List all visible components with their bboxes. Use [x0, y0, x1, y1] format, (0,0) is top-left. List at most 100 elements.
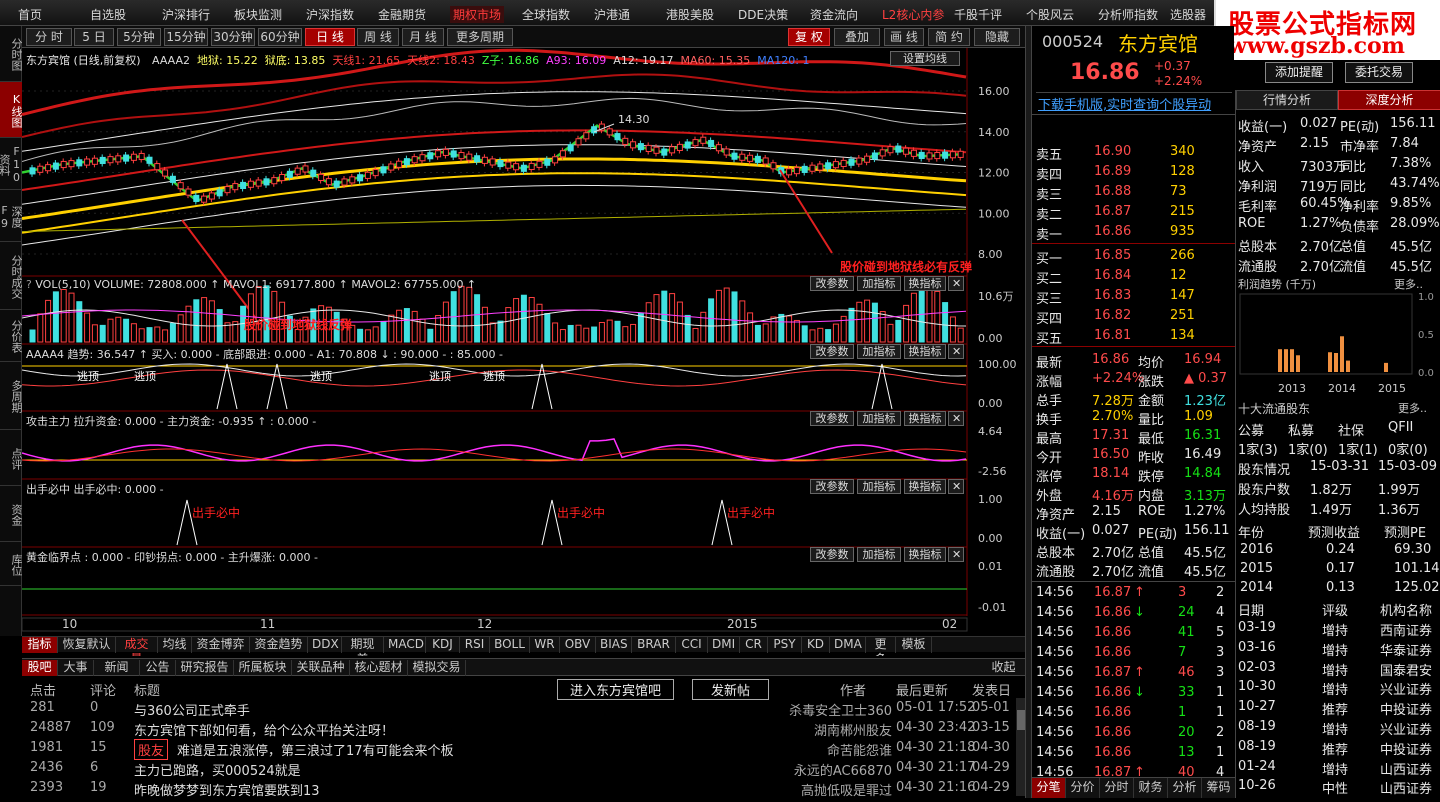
menu-analyst[interactable]: 分析师指数 [1098, 6, 1158, 23]
pane6-btn-3[interactable]: ✕ [948, 547, 964, 562]
rating-firm[interactable]: 兴业证券 [1380, 679, 1432, 698]
holders-more-link[interactable]: 更多.. [1398, 400, 1427, 416]
rating-firm[interactable]: 山西证券 [1380, 778, 1432, 797]
period-0[interactable]: 分 时 [26, 28, 72, 46]
left-tab-9[interactable]: 库位 [0, 542, 23, 586]
news-title[interactable]: 与360公司正式牵手 [134, 700, 250, 719]
news-title[interactable]: 昨晚做梦梦到东方宾馆要跌到13 [134, 780, 320, 799]
news-tab-9[interactable]: 收起 [982, 660, 1026, 676]
pane6-btn-2[interactable]: 换指标 [904, 547, 946, 562]
news-title[interactable]: 主力已跑路，买000524就是 [134, 760, 301, 779]
ind-tab-15[interactable]: BRAR [632, 637, 676, 653]
ind-tab-1[interactable]: 恢复默认 [58, 637, 116, 653]
rating-firm[interactable]: 国泰君安 [1380, 660, 1432, 679]
news-tab-1[interactable]: 大事 [58, 660, 94, 676]
period-3[interactable]: 15分钟 [164, 28, 208, 46]
pane2-btn-3[interactable]: ✕ [948, 276, 964, 291]
left-tab-3[interactable]: 深度F9 [0, 190, 23, 242]
news-tab-8[interactable]: 模拟交易 [408, 660, 466, 676]
menu-index[interactable]: 沪深指数 [306, 6, 354, 23]
menu-comments[interactable]: 千股千评 [954, 6, 1002, 23]
pane2-btn-2[interactable]: 换指标 [904, 276, 946, 291]
left-tab-1[interactable]: K线图 [0, 82, 23, 138]
pane4-btn-0[interactable]: 改参数 [810, 411, 854, 426]
rating-firm[interactable]: 中投证券 [1380, 699, 1432, 718]
period-6[interactable]: 日 线 [305, 28, 355, 46]
news-author[interactable]: 命苦能怨谁 [827, 740, 892, 759]
ind-tab-7[interactable]: 期现差 [342, 637, 384, 666]
period-1[interactable]: 5 日 [74, 28, 114, 46]
news-author[interactable]: 永远的AC66870 [794, 760, 892, 779]
ind-tab-0[interactable]: 指标 [22, 637, 58, 653]
period-9[interactable]: 更多周期 [447, 28, 513, 46]
left-tab-4[interactable]: 分时成交 [0, 242, 23, 310]
rating-firm[interactable]: 兴业证券 [1380, 719, 1432, 738]
pane5-btn-3[interactable]: ✕ [948, 479, 964, 494]
menu-home[interactable]: 首页 [18, 6, 42, 23]
menu-hkconnect[interactable]: 沪港通 [594, 6, 630, 23]
quote-tab-4[interactable]: 分析 [1168, 778, 1202, 798]
ind-tab-20[interactable]: KD [802, 637, 830, 653]
rating-firm[interactable]: 中投证券 [1380, 739, 1432, 758]
news-row[interactable]: 1981 15 股友 难道是五浪涨停，第三浪过了17有可能会来个板 命苦能怨谁 04-30… [22, 738, 1028, 760]
ind-tab-2[interactable]: 成交量 [116, 637, 158, 666]
left-tab-8[interactable]: 资金 [0, 486, 23, 542]
quote-tab-5[interactable]: 筹码 [1202, 778, 1236, 798]
ind-tab-10[interactable]: RSI [460, 637, 490, 653]
left-tab-7[interactable]: 点评 [0, 430, 23, 486]
toolbar-right-3[interactable]: 简 约 [928, 28, 970, 46]
period-8[interactable]: 月 线 [402, 28, 444, 46]
news-row[interactable]: 2393 19 昨晚做梦梦到东方宾馆要跌到13 高抛低吸是罪过 04-30 21:16 0… [22, 778, 1028, 799]
toolbar-right-0[interactable]: 复 权 [788, 28, 830, 46]
menu-hkus[interactable]: 港股美股 [666, 6, 714, 23]
news-author[interactable]: 高抛低吸是罪过 [801, 780, 892, 799]
menu-dde[interactable]: DDE决策 [738, 6, 788, 23]
pane6-btn-1[interactable]: 加指标 [857, 547, 901, 562]
toolbar-right-4[interactable]: 隐藏 [974, 28, 1020, 46]
time-scrollbar[interactable] [22, 617, 968, 632]
menu-l2[interactable]: L2核心内参 [882, 6, 944, 23]
menu-finfutures[interactable]: 金融期货 [378, 6, 426, 23]
news-row[interactable]: 281 0 与360公司正式牵手 杀毒安全卫士360 05-01 17:52 05-01 [22, 698, 1028, 719]
menu-watchlist[interactable]: 自选股 [90, 6, 126, 23]
news-author[interactable]: 杀毒安全卫士360 [789, 700, 892, 719]
pane5-btn-1[interactable]: 加指标 [857, 479, 901, 494]
ind-tab-12[interactable]: WR [530, 637, 560, 653]
ind-tab-18[interactable]: CR [740, 637, 768, 653]
period-4[interactable]: 30分钟 [211, 28, 255, 46]
toolbar-right-1[interactable]: 叠加 [834, 28, 880, 46]
ind-tab-21[interactable]: DMA [830, 637, 866, 653]
ind-tab-14[interactable]: BIAS [596, 637, 632, 653]
quote-tab-1[interactable]: 分价 [1066, 778, 1100, 798]
pane4-btn-1[interactable]: 加指标 [857, 411, 901, 426]
menu-options[interactable]: 期权市场 [450, 6, 505, 23]
period-2[interactable]: 5分钟 [117, 28, 161, 46]
left-tab-6[interactable]: 多周期 [0, 362, 23, 430]
ind-tab-6[interactable]: DDX [308, 637, 342, 653]
ind-tab-22[interactable]: 更多 [866, 637, 896, 666]
news-tab-4[interactable]: 研究报告 [176, 660, 234, 676]
ind-tab-11[interactable]: BOLL [490, 637, 530, 653]
quote-tab-3[interactable]: 财务 [1134, 778, 1168, 798]
news-tab-2[interactable]: 新闻 [94, 660, 140, 676]
left-tab-2[interactable]: F10资料 [0, 138, 23, 190]
ind-tab-9[interactable]: KDJ [426, 637, 460, 653]
pane5-btn-2[interactable]: 换指标 [904, 479, 946, 494]
news-tab-0[interactable]: 股吧 [22, 660, 58, 676]
menu-screener[interactable]: 选股器 [1170, 6, 1206, 23]
ind-tab-4[interactable]: 资金博弈 [192, 637, 250, 653]
left-tab-5[interactable]: 分价表 [0, 310, 23, 362]
news-tab-3[interactable]: 公告 [140, 660, 176, 676]
pane2-btn-1[interactable]: 加指标 [857, 276, 901, 291]
ind-tab-8[interactable]: MACD [384, 637, 426, 653]
menu-global[interactable]: 全球指数 [522, 6, 570, 23]
toolbar-right-2[interactable]: 画 线 [884, 28, 924, 46]
quote-tab-0[interactable]: 分笔 [1032, 778, 1066, 798]
tab-deep-analysis[interactable]: 深度分析 [1338, 90, 1440, 110]
enter-forum-button[interactable]: 进入东方宾馆吧 [557, 679, 675, 700]
news-title[interactable]: 难道是五浪涨停，第三浪过了17有可能会来个板 [177, 740, 454, 759]
news-row[interactable]: 24887 109 东方宾馆下部如何看，给个公众平抬关注呀！ 湖南郴州股友 04-30 … [22, 718, 1028, 739]
news-author[interactable]: 湖南郴州股友 [814, 720, 892, 739]
ind-tab-13[interactable]: OBV [560, 637, 596, 653]
pane4-btn-3[interactable]: ✕ [948, 411, 964, 426]
